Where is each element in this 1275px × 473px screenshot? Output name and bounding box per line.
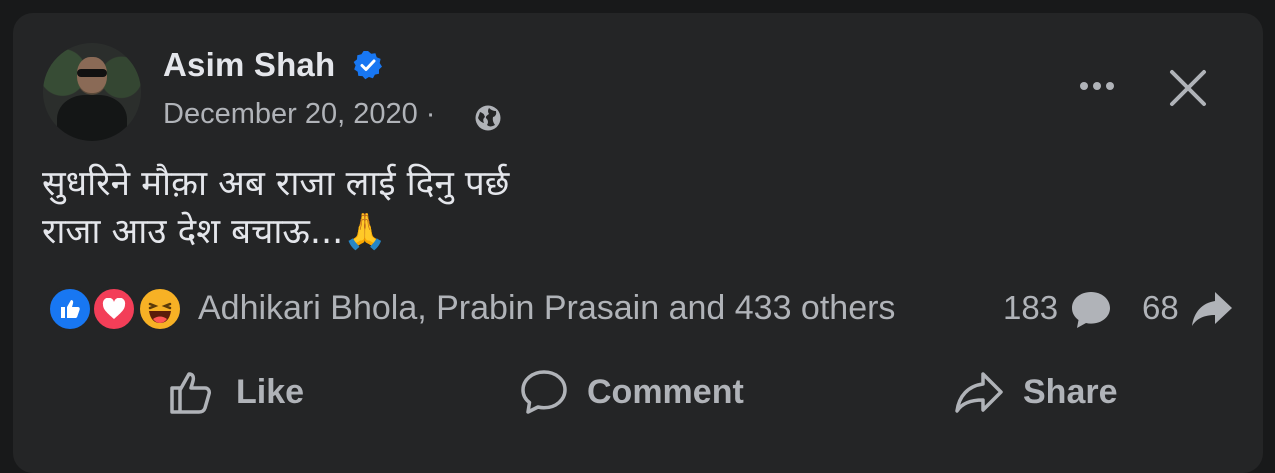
love-reaction-icon	[91, 286, 137, 332]
more-options-button[interactable]	[1073, 66, 1121, 106]
close-icon[interactable]	[1166, 66, 1210, 110]
verified-badge-icon	[353, 51, 382, 80]
reaction-names[interactable]: Adhikari Bhola, Prabin Prasain and 433 o…	[198, 289, 895, 328]
reaction-icons[interactable]	[47, 286, 187, 334]
like-button[interactable]: Like	[168, 364, 304, 420]
share-icon[interactable]	[1190, 288, 1234, 330]
share-button[interactable]: Share	[953, 364, 1118, 420]
post-text-line2: राजा आउ देश बचाऊ...	[42, 212, 344, 252]
avatar[interactable]	[43, 43, 141, 141]
post-text-line1: सुधरिने मौक़ा अब राजा लाई दिनु पर्छ	[42, 164, 510, 204]
share-outline-icon	[955, 372, 1003, 413]
author-name[interactable]: Asim Shah	[163, 46, 335, 84]
shares-count[interactable]: 68	[1142, 289, 1179, 327]
globe-icon	[475, 105, 501, 131]
post-text: सुधरिने मौक़ा अब राजा लाई दिनु पर्छ राजा…	[42, 160, 509, 256]
like-reaction-icon	[47, 286, 93, 332]
comment-outline-icon	[521, 370, 567, 414]
comment-label: Comment	[587, 372, 744, 411]
thumbs-up-icon	[170, 372, 211, 414]
comment-icon[interactable]	[1069, 290, 1113, 330]
post-date[interactable]: December 20, 2020 ·	[163, 98, 435, 131]
comment-button[interactable]: Comment	[519, 364, 744, 420]
like-label: Like	[236, 372, 305, 411]
comments-count[interactable]: 183	[1003, 289, 1058, 327]
haha-reaction-icon	[137, 286, 183, 332]
pray-emoji: 🙏	[343, 212, 387, 252]
share-label: Share	[1023, 372, 1118, 411]
more-icon	[1080, 82, 1088, 90]
